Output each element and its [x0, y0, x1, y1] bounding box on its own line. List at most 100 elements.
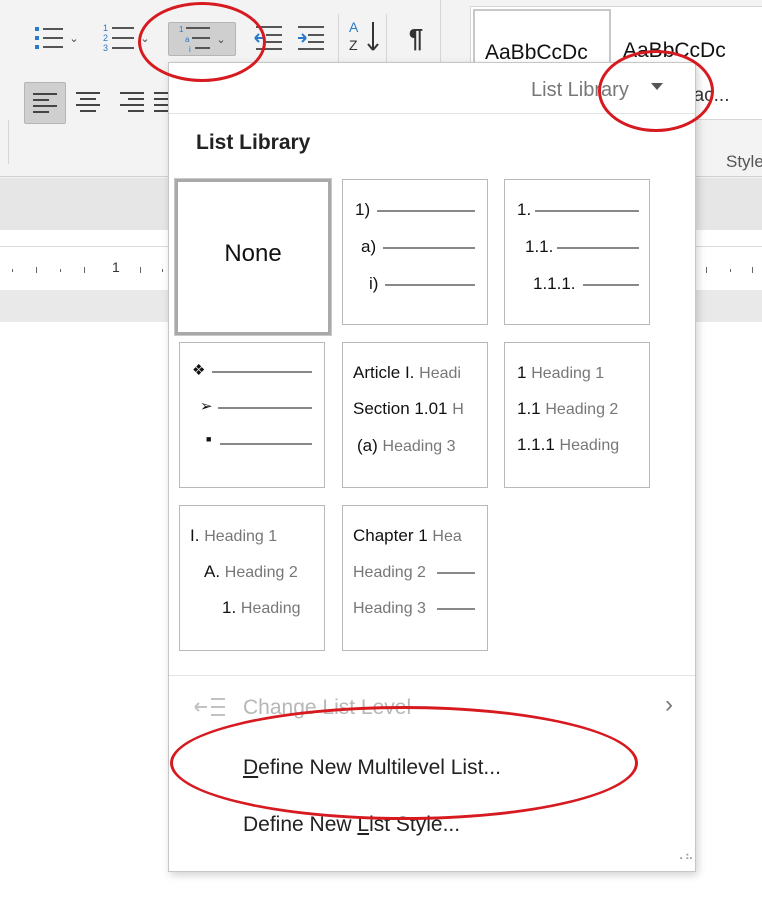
level-heading: Heading 3: [353, 600, 426, 617]
list-library-filter[interactable]: List Library: [531, 79, 629, 102]
level-number: 1.1.1: [517, 435, 555, 454]
none-label: None: [224, 240, 282, 267]
level-row: Chapter 1 Hea: [353, 526, 462, 546]
multilevel-list-button[interactable]: 1 a i ⌄: [168, 22, 236, 56]
level-label: i): [369, 274, 379, 293]
level-row: Heading 2: [353, 562, 426, 582]
level-heading: Heading 2: [224, 564, 298, 581]
decrease-indent-button[interactable]: [248, 22, 288, 54]
level-heading: Heading 1: [531, 365, 605, 382]
text-line: [218, 407, 312, 409]
menu-item-label: efine New Multilevel List...: [258, 756, 501, 779]
styles-group-label: Style: [726, 152, 762, 171]
level-heading: Heading 2: [545, 401, 619, 418]
justify-button[interactable]: [152, 86, 168, 118]
text-line: [557, 247, 639, 249]
group-separator: [338, 14, 339, 64]
align-right-icon: [120, 92, 144, 112]
text-line: [377, 210, 475, 212]
ruler-tick: [36, 267, 37, 273]
level-row: 1.1.1 Heading: [517, 435, 619, 455]
svg-text:i: i: [189, 45, 191, 54]
level-row: 1 Heading 1: [517, 363, 604, 383]
menu-divider: [169, 675, 695, 676]
increase-indent-icon: [298, 26, 324, 50]
menu-item-label: Define New: [243, 813, 358, 836]
text-line: [535, 210, 639, 212]
list-tile-heading-decimal[interactable]: 1 Heading 1 1.1 Heading 2 1.1.1 Heading: [504, 342, 650, 488]
show-formatting-button[interactable]: ¶: [396, 22, 436, 54]
style-sample-text: AaBbCcDc: [623, 39, 726, 62]
level-label: 1): [355, 200, 371, 219]
text-line: [385, 284, 475, 286]
level-number: Chapter 1: [353, 526, 428, 545]
list-tile-numbered-decimal[interactable]: 1. 1.1. 1.1.1.: [504, 179, 650, 325]
sort-icon: A Z: [349, 19, 379, 53]
level-row: 1.1 Heading 2: [517, 399, 618, 419]
align-left-button[interactable]: [24, 82, 66, 124]
level-row: (a) Heading 3: [357, 436, 455, 456]
pilcrow-icon: ¶: [408, 22, 424, 53]
level-row: A. Heading 2: [204, 562, 298, 582]
svg-text:3: 3: [103, 43, 108, 53]
list-tile-bullets[interactable]: ❖ ➢ ■: [179, 342, 325, 488]
increase-indent-button[interactable]: [292, 22, 332, 54]
list-tile-heading-roman[interactable]: I. Heading 1 A. Heading 2 1. Heading: [179, 505, 325, 651]
level-number: I.: [190, 526, 200, 545]
align-center-icon: [76, 92, 100, 112]
level-heading: Hea: [432, 528, 462, 545]
svg-text:2: 2: [103, 33, 108, 43]
level-label: 1.1.: [525, 237, 554, 256]
decrease-indent-icon: [254, 26, 282, 50]
define-new-list-style-item[interactable]: Define New List Style...: [243, 813, 460, 837]
ruler-tick: [730, 269, 731, 272]
numbering-button[interactable]: 1 2 3 ⌄: [96, 22, 156, 54]
section-title: List Library: [196, 131, 311, 154]
level-number: Section 1.01: [353, 399, 448, 418]
resize-grip-icon[interactable]: ⠠⠦: [675, 849, 695, 863]
multilevel-list-dropdown: List Library List Library None 1) a) i) …: [168, 62, 696, 872]
define-new-multilevel-list-item[interactable]: Define New Multilevel List...: [243, 756, 501, 780]
level-label: 1.1.1.: [533, 274, 576, 293]
ruler-tick: [140, 267, 141, 273]
level-heading: H: [452, 401, 464, 418]
group-separator: [8, 120, 9, 164]
list-tile-chapter[interactable]: Chapter 1 Hea Heading 2 Heading 3: [342, 505, 488, 651]
justify-icon: [154, 92, 168, 112]
svg-text:1: 1: [179, 25, 184, 34]
ruler-number: 1: [112, 259, 120, 275]
menu-divider: [169, 113, 695, 114]
access-key: D: [243, 756, 259, 779]
chevron-down-icon: ⌄: [69, 32, 79, 45]
list-tile-article-section[interactable]: Article I. Headi Section 1.01 H (a) Head…: [342, 342, 488, 488]
level-heading: Heading 3: [382, 438, 456, 455]
level-label: a): [361, 237, 377, 256]
text-line: [437, 608, 475, 610]
level-row: Section 1.01 H: [353, 399, 464, 419]
level-row: I. Heading 1: [190, 526, 277, 546]
align-center-button[interactable]: [68, 86, 108, 118]
level-row: Article I. Headi: [353, 363, 461, 383]
level-number: 1.1: [517, 399, 541, 418]
level-heading: Headi: [419, 365, 461, 382]
list-tile-none[interactable]: None: [174, 178, 332, 336]
level-label: 1.: [517, 200, 532, 219]
svg-text:1: 1: [103, 23, 108, 33]
align-right-button[interactable]: [112, 86, 152, 118]
level-row: 1. Heading: [222, 598, 301, 618]
bullets-icon: [35, 27, 64, 49]
ruler-tick: [752, 267, 753, 273]
level-number: Article I.: [353, 363, 415, 382]
align-left-icon: [33, 93, 57, 113]
sort-button[interactable]: A Z: [344, 19, 384, 53]
level-heading: Heading: [559, 437, 620, 454]
text-line: [437, 572, 475, 574]
ruler-tick: [706, 267, 707, 273]
text-line: [383, 247, 475, 249]
ruler-tick: [84, 267, 85, 273]
bullets-button[interactable]: ⌄: [26, 22, 86, 54]
svg-text:A: A: [349, 19, 359, 35]
square-bullet-icon: ■: [206, 434, 212, 444]
list-tile-numbered-paren[interactable]: 1) a) i): [342, 179, 488, 325]
level-number: 1: [517, 363, 527, 382]
